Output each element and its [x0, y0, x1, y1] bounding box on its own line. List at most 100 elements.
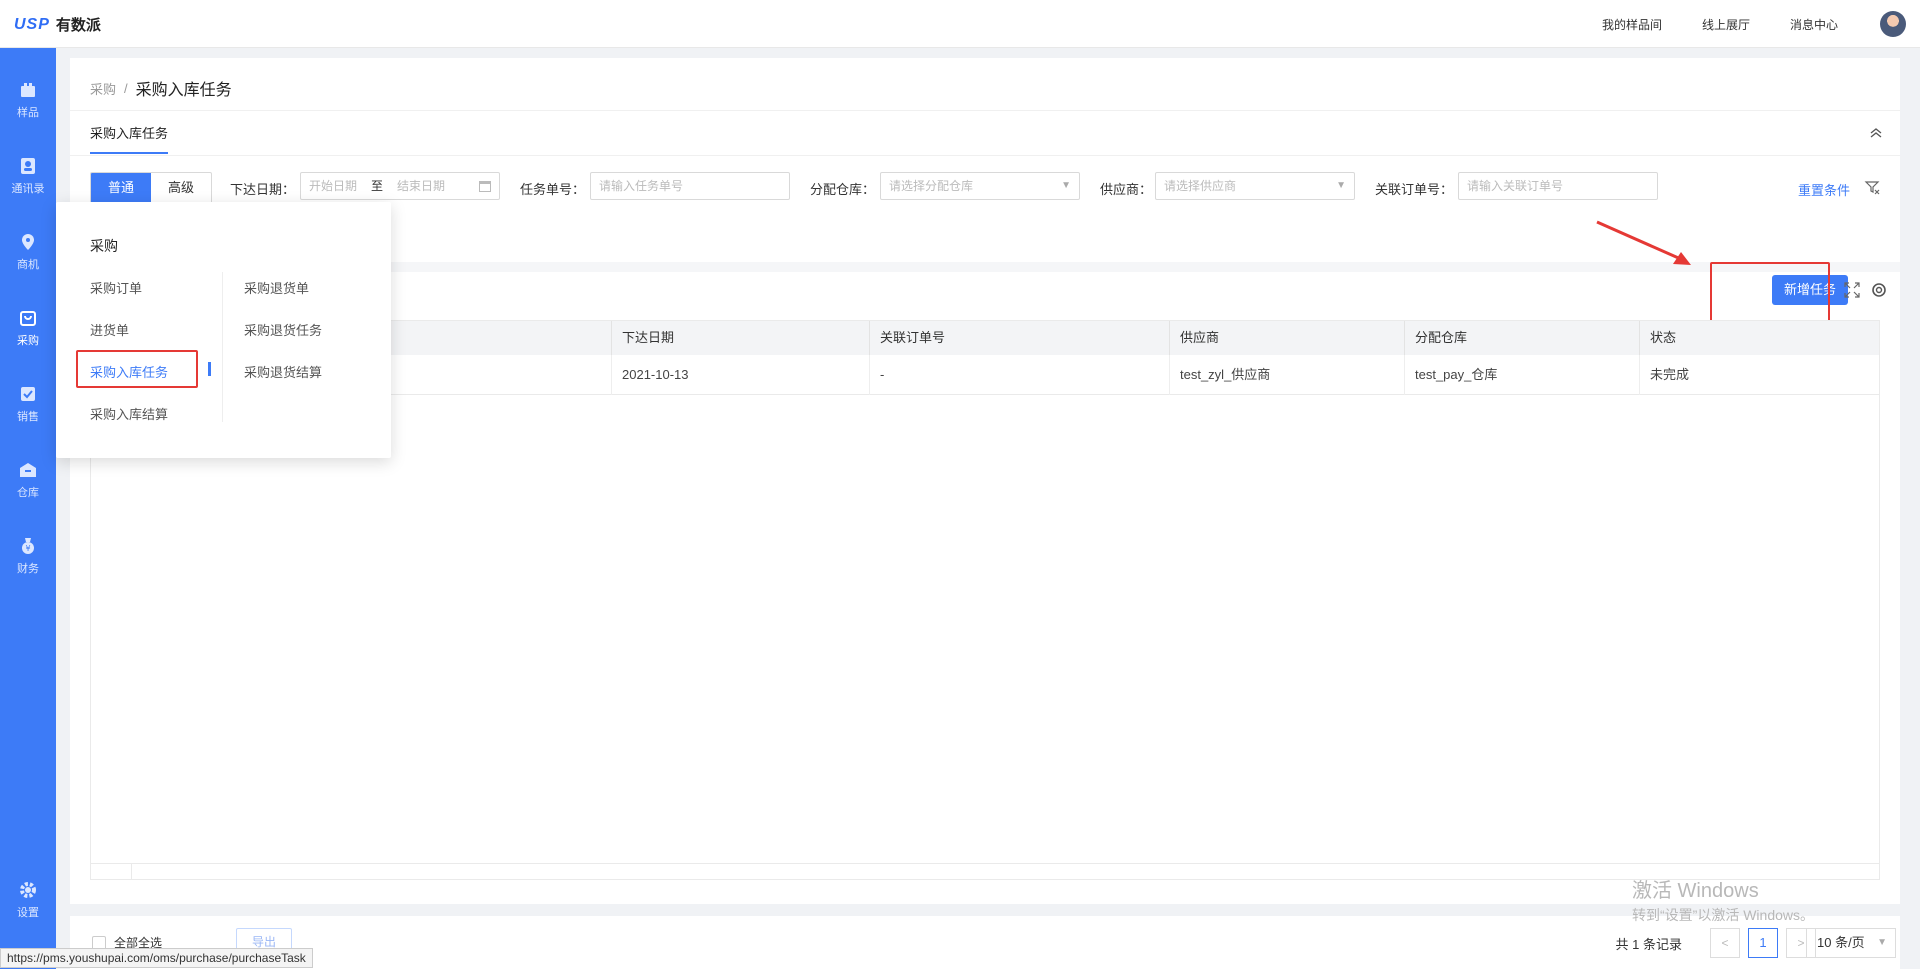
collapse-up-icon[interactable] [1868, 125, 1884, 141]
table-footer [91, 863, 1879, 880]
date-label: 下达日期： [230, 182, 296, 197]
filter-mode-toggle: 普通 高级 [90, 172, 212, 204]
opportunity-icon [22, 234, 34, 250]
task-no-label: 任务单号： [520, 182, 586, 197]
column-header-warehouse[interactable]: 分配仓库 [1404, 321, 1639, 355]
message-center-link[interactable]: 消息中心 [1790, 16, 1838, 33]
sidebar-item-purchase[interactable]: 采购 [0, 302, 56, 362]
sidebar-item-settings[interactable]: 设置 [0, 874, 56, 934]
sidebar-item-contacts[interactable]: 通讯录 [0, 150, 56, 210]
menu-item-return-task[interactable]: 采购退货任务 [244, 320, 322, 339]
sales-icon [21, 387, 35, 401]
prev-page-button[interactable]: < [1710, 928, 1740, 958]
breadcrumb-separator: / [124, 80, 128, 96]
task-no-input[interactable]: 请输入任务单号 [590, 172, 790, 200]
fullscreen-icon[interactable] [1844, 282, 1860, 298]
page-size-value: 10 条/页 [1817, 935, 1865, 950]
date-end-placeholder: 结束日期 [397, 179, 446, 193]
order-no-label: 关联订单号： [1375, 182, 1454, 197]
sidebar-item-label: 财务 [17, 563, 39, 575]
sidebar-item-samples[interactable]: 样品 [0, 74, 56, 134]
sidebar-item-sales[interactable]: 销售 [0, 378, 56, 438]
menu-item-receipt[interactable]: 进货单 [90, 320, 129, 339]
sidebar-item-opportunity[interactable]: 商机 [0, 226, 56, 286]
total-records: 共 1 条记录 [1615, 937, 1682, 952]
reset-filters-link[interactable]: 重置条件 [1798, 180, 1850, 199]
purchase-icon [20, 311, 36, 326]
bottom-bar: 全部全选 导出 共 1 条记录 < 1 > 10 条/页 ▼ [70, 916, 1900, 969]
gear-icon [20, 882, 36, 898]
online-showroom-link[interactable]: 线上展厅 [1702, 16, 1750, 33]
top-bar: USP 有数派 我的样品间 线上展厅 消息中心 [0, 0, 1920, 48]
warehouse-label: 分配仓库： [810, 182, 876, 197]
column-header-status[interactable]: 状态 [1639, 321, 1879, 355]
page-size-select[interactable]: 10 条/页 ▼ [1806, 928, 1896, 958]
sidebar-item-finance[interactable]: ¥ 财务 [0, 530, 56, 590]
menu-item-return-order[interactable]: 采购退货单 [244, 278, 309, 297]
calendar-icon [479, 181, 491, 192]
column-header-supplier[interactable]: 供应商 [1169, 321, 1404, 355]
menu-item-purchase-order[interactable]: 采购订单 [90, 278, 142, 297]
warehouse-icon [20, 463, 36, 477]
column-header-date[interactable]: 下达日期 [611, 321, 869, 355]
cell-order-no: - [869, 355, 1169, 395]
order-no-input[interactable]: 请输入关联订单号 [1458, 172, 1658, 200]
windows-activation-watermark: 激活 Windows 转到“设置”以激活 Windows。 [1632, 874, 1814, 925]
warehouse-placeholder: 请选择分配仓库 [889, 179, 974, 193]
svg-text:¥: ¥ [25, 544, 30, 553]
cell-date: 2021-10-13 [611, 355, 869, 395]
breadcrumb: 采购 / 采购入库任务 [90, 76, 232, 100]
logo[interactable]: USP 有数派 [14, 14, 101, 35]
settings-gear-icon[interactable] [1870, 281, 1888, 299]
mode-advanced-button[interactable]: 高级 [151, 173, 211, 203]
chevron-down-icon: ▼ [1877, 937, 1887, 948]
red-arrow-annotation [1596, 220, 1691, 265]
status-url-tooltip: https://pms.youshupai.com/oms/purchase/p… [0, 948, 313, 968]
flyout-title: 采购 [90, 238, 118, 254]
watermark-line1: 激活 Windows [1632, 880, 1759, 902]
inbound-task-highlight [76, 350, 198, 388]
menu-item-inbound-settlement[interactable]: 采购入库结算 [90, 404, 168, 423]
logo-text: 有数派 [55, 17, 101, 34]
top-links: 我的样品间 线上展厅 消息中心 [1602, 16, 1838, 33]
cell-supplier: test_zyl_供应商 [1169, 355, 1404, 395]
supplier-select[interactable]: 请选择供应商 ▼ [1155, 172, 1355, 200]
sidebar-item-label: 通讯录 [11, 183, 45, 195]
cell-status: 未完成 [1639, 355, 1879, 395]
mode-normal-button[interactable]: 普通 [91, 173, 151, 203]
menu-item-return-settlement[interactable]: 采购退货结算 [244, 362, 322, 381]
filter-clear-icon[interactable] [1864, 179, 1880, 195]
purchase-flyout-menu: 采购 采购订单 进货单 采购入库任务 采购入库结算 采购退货单 采购退货任务 采… [56, 202, 391, 458]
sidebar-item-label: 设置 [17, 907, 39, 919]
watermark-line2: 转到“设置”以激活 Windows。 [1632, 907, 1815, 923]
supplier-label: 供应商： [1100, 182, 1153, 197]
breadcrumb-parent[interactable]: 采购 [90, 79, 116, 98]
page-1-button[interactable]: 1 [1748, 928, 1778, 958]
my-sample-room-link[interactable]: 我的样品间 [1602, 16, 1662, 33]
sidebar-item-warehouse[interactable]: 仓库 [0, 454, 56, 514]
warehouse-select[interactable]: 请选择分配仓库 ▼ [880, 172, 1080, 200]
date-range-picker[interactable]: 开始日期 至 结束日期 [300, 172, 500, 200]
cell-warehouse: test_pay_仓库 [1404, 355, 1639, 395]
chevron-down-icon: ▼ [1061, 180, 1071, 191]
sidebar: 样品 通讯录 商机 采购 销售 仓库 ¥ 财务 设置 [0, 48, 56, 969]
box-icon [21, 83, 35, 97]
sidebar-item-label: 仓库 [17, 487, 39, 499]
page-title: 采购入库任务 [135, 82, 232, 99]
tab-bar: 采购入库任务 [70, 110, 1900, 156]
sidebar-item-label: 商机 [17, 259, 39, 271]
flyout-divider [222, 272, 223, 422]
avatar[interactable] [1880, 11, 1906, 37]
filter-row: 普通 高级 下达日期： 开始日期 至 结束日期 任务单号： 请输入任务单号 分配… [90, 172, 1880, 204]
main-panel: 采购 / 采购入库任务 采购入库任务 普通 高级 下达日期： 开始日期 至 结束… [70, 58, 1900, 904]
contacts-icon [21, 158, 35, 174]
date-start-placeholder: 开始日期 [309, 179, 358, 193]
finance-icon: ¥ [22, 538, 34, 554]
footer-divider [131, 864, 132, 880]
supplier-placeholder: 请选择供应商 [1164, 179, 1237, 193]
date-to-label: 至 [371, 179, 384, 193]
column-header-order-no[interactable]: 关联订单号 [869, 321, 1169, 355]
sidebar-item-label: 采购 [17, 335, 39, 347]
logo-mark: USP [14, 15, 50, 33]
tab-purchase-inbound-task[interactable]: 采购入库任务 [90, 123, 169, 154]
